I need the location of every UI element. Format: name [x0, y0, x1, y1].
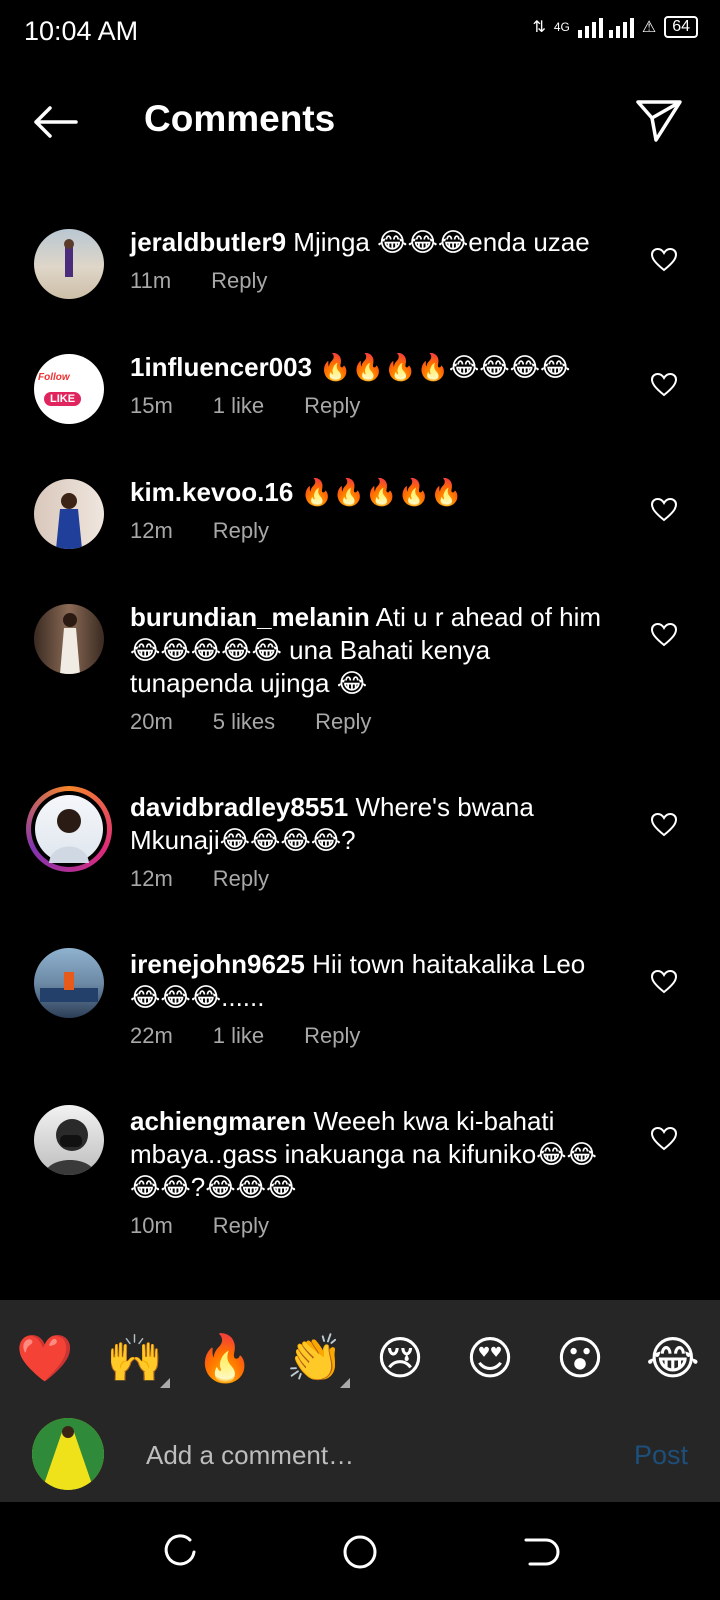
reply-button[interactable]: Reply — [304, 393, 360, 419]
comment-username[interactable]: jeraldbutler9 — [130, 227, 286, 257]
avatar — [35, 795, 103, 863]
avatar[interactable] — [34, 948, 104, 1018]
comment-time: 20m — [130, 709, 173, 734]
data-arrows-icon: ⇅ — [532, 19, 546, 36]
comment-item: jeraldbutler9 Mjinga 😂😂😂enda uzae 11m Re… — [0, 196, 720, 321]
avatar[interactable] — [34, 604, 104, 674]
avatar[interactable] — [34, 229, 104, 299]
skin-tone-indicator — [160, 1378, 170, 1388]
home-icon[interactable] — [340, 1532, 380, 1572]
reaction-surprised[interactable]: 😮 — [556, 1330, 604, 1386]
comment-meta: 22m 1 like Reply — [130, 1023, 360, 1049]
comment-item: burundian_melanin Ati u r ahead of him😂😂… — [0, 571, 720, 761]
comment-item: kim.kevoo.16 🔥🔥🔥🔥🔥 12m Reply — [0, 446, 720, 571]
recent-apps-icon[interactable] — [160, 1532, 200, 1572]
header: Comments — [0, 80, 720, 160]
comment-username[interactable]: achiengmaren — [130, 1106, 306, 1136]
skin-tone-indicator — [340, 1378, 350, 1388]
comment-meta: 20m 5 likes Reply — [130, 709, 371, 735]
comment-composer-panel: ❤️ 🙌 🔥 👏 😢 😍 😮 😂 Post — [0, 1300, 720, 1502]
reply-button[interactable]: Reply — [213, 518, 269, 544]
avatar[interactable] — [34, 479, 104, 549]
heart-outline-icon[interactable] — [650, 811, 678, 839]
comment-likes[interactable]: 5 likes — [213, 709, 275, 735]
avatar[interactable] — [34, 1105, 104, 1175]
comment-message: 🔥🔥🔥🔥🔥 — [300, 477, 463, 507]
reaction-heart-eyes[interactable]: 😍 — [466, 1330, 514, 1386]
reply-button[interactable]: Reply — [211, 268, 267, 294]
avatar[interactable]: Follow LIKE — [34, 354, 104, 424]
heart-outline-icon[interactable] — [650, 621, 678, 649]
paper-plane-icon[interactable] — [634, 96, 684, 144]
comment-text: jeraldbutler9 Mjinga 😂😂😂enda uzae — [130, 226, 620, 259]
comment-item: achiengmaren Weeeh kwa ki-bahati mbaya..… — [0, 1075, 720, 1265]
flask-icon: ⚠ — [641, 19, 657, 36]
comment-text: davidbradley8551 Where's bwana Mkunaji😂😂… — [130, 791, 620, 857]
reaction-fire[interactable]: 🔥 — [196, 1330, 253, 1386]
comment-list: jeraldbutler9 Mjinga 😂😂😂enda uzae 11m Re… — [0, 196, 720, 1265]
post-button[interactable]: Post — [634, 1440, 688, 1471]
comment-time: 12m — [130, 866, 173, 891]
heart-outline-icon[interactable] — [650, 1125, 678, 1153]
comment-text: burundian_melanin Ati u r ahead of him😂😂… — [130, 601, 620, 700]
comment-meta: 11m Reply — [130, 268, 267, 294]
comment-message: 🔥🔥🔥🔥😂😂😂😂 — [319, 352, 571, 382]
comment-input[interactable] — [144, 1432, 578, 1478]
page-title: Comments — [144, 98, 336, 139]
comment-meta: 15m 1 like Reply — [130, 393, 360, 419]
reply-button[interactable]: Reply — [315, 709, 371, 735]
comment-text: irenejohn9625 Hii town haitakalika Leo 😂… — [130, 948, 620, 1014]
avatar-badge-follow: Follow — [38, 372, 70, 383]
reaction-raised-hands[interactable]: 🙌 — [106, 1330, 163, 1386]
comment-likes[interactable]: 1 like — [213, 1023, 264, 1049]
battery-level: 64 — [664, 16, 698, 38]
comment-username[interactable]: davidbradley8551 — [130, 792, 348, 822]
reply-button[interactable]: Reply — [213, 1213, 269, 1239]
comment-time: 10m — [130, 1213, 173, 1238]
comment-item: irenejohn9625 Hii town haitakalika Leo 😂… — [0, 918, 720, 1075]
comment-time: 22m — [130, 1023, 173, 1048]
comment-time: 15m — [130, 393, 173, 418]
heart-outline-icon[interactable] — [650, 371, 678, 399]
reply-button[interactable]: Reply — [213, 866, 269, 892]
heart-outline-icon[interactable] — [650, 246, 678, 274]
current-user-avatar — [32, 1418, 104, 1490]
comment-text: kim.kevoo.16 🔥🔥🔥🔥🔥 — [130, 476, 620, 509]
comment-message: Mjinga 😂😂😂enda uzae — [293, 227, 590, 257]
comment-meta: 12m Reply — [130, 518, 269, 544]
comment-likes[interactable]: 1 like — [213, 393, 264, 419]
avatar-badge-like: LIKE — [44, 392, 82, 406]
heart-outline-icon[interactable] — [650, 496, 678, 524]
comment-username[interactable]: burundian_melanin — [130, 602, 370, 632]
comment-username[interactable]: kim.kevoo.16 — [130, 477, 293, 507]
reaction-heart[interactable]: ❤️ — [16, 1330, 73, 1386]
reaction-crying[interactable]: 😢 — [376, 1330, 424, 1386]
back-nav-icon[interactable] — [520, 1532, 560, 1572]
signal-icon — [577, 18, 634, 38]
status-bar: 10:04 AM ⇅ 4G ⚠ 64 — [0, 0, 720, 64]
system-nav-bar — [0, 1502, 720, 1600]
status-icons: ⇅ 4G ⚠ 64 — [532, 16, 698, 38]
comment-username[interactable]: irenejohn9625 — [130, 949, 305, 979]
comment-meta: 12m Reply — [130, 866, 269, 892]
network-type: 4G — [553, 20, 570, 34]
comment-username[interactable]: 1influencer003 — [130, 352, 312, 382]
comment-time: 11m — [130, 268, 172, 293]
quick-reactions: ❤️ 🙌 🔥 👏 😢 😍 😮 😂 — [0, 1330, 720, 1390]
comment-text: achiengmaren Weeeh kwa ki-bahati mbaya..… — [130, 1105, 620, 1204]
status-time: 10:04 AM — [24, 16, 139, 46]
comment-time: 12m — [130, 518, 173, 543]
avatar-story-ring[interactable] — [26, 786, 112, 872]
reaction-laughing[interactable]: 😂 — [646, 1330, 700, 1386]
reply-button[interactable]: Reply — [304, 1023, 360, 1049]
comment-text: 1influencer003 🔥🔥🔥🔥😂😂😂😂 — [130, 351, 620, 384]
reaction-clap[interactable]: 👏 — [286, 1330, 343, 1386]
comment-item: Follow LIKE 1influencer003 🔥🔥🔥🔥😂😂😂😂 15m … — [0, 321, 720, 446]
comment-meta: 10m Reply — [130, 1213, 269, 1239]
heart-outline-icon[interactable] — [650, 968, 678, 996]
comment-item: davidbradley8551 Where's bwana Mkunaji😂😂… — [0, 761, 720, 918]
arrow-left-icon[interactable] — [28, 102, 84, 142]
